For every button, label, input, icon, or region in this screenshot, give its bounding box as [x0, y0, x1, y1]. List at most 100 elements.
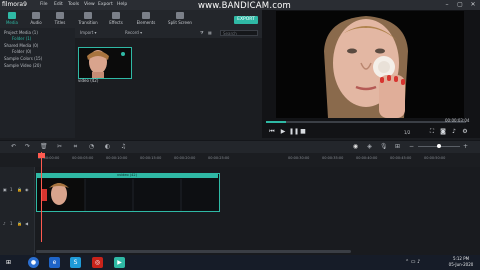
redo-icon[interactable]: ↷	[24, 143, 31, 150]
minimize-button[interactable]: –	[442, 1, 452, 9]
speed-icon[interactable]: ◔	[88, 143, 95, 150]
zoom-in-icon[interactable]: +	[462, 143, 469, 150]
skype-icon[interactable]: S	[70, 257, 81, 268]
tool-transition-label: Transition	[78, 20, 98, 25]
menu-export[interactable]: Export	[98, 1, 113, 9]
render-icon[interactable]: ◉	[352, 143, 359, 150]
tool-split-screen[interactable]: Split Screen	[166, 11, 194, 27]
audio-lock-icon[interactable]: 🔒	[17, 221, 22, 226]
menu-view[interactable]: View	[84, 1, 95, 9]
undo-icon[interactable]: ↶	[10, 143, 17, 150]
pause-icon[interactable]: ❚❚	[289, 128, 299, 136]
preview-progress-fill	[266, 121, 286, 123]
tool-media[interactable]: Media	[0, 11, 24, 27]
page-indicator: 1/2	[404, 130, 411, 135]
tool-effects-label: Effects	[109, 20, 123, 25]
close-button[interactable]: ✕	[468, 1, 478, 9]
export-button[interactable]: EXPORT	[234, 16, 258, 24]
menu-file[interactable]: File	[40, 1, 48, 9]
cut-icon[interactable]: ✂	[56, 143, 63, 150]
maximize-button[interactable]: ▢	[455, 1, 465, 9]
filter-icon[interactable]: ⧩	[200, 30, 204, 36]
titles-icon	[56, 12, 64, 19]
marker-icon[interactable]: ◈	[366, 143, 373, 150]
playhead-handle[interactable]	[38, 153, 45, 158]
edge-icon[interactable]: e	[49, 257, 60, 268]
tool-transition[interactable]: Transition	[76, 11, 100, 27]
voiceover-icon[interactable]: 🎙	[380, 143, 388, 150]
preview-video	[276, 11, 464, 118]
library-item-sample-video[interactable]: Sample Video (20)	[4, 63, 41, 68]
ruler-tick: 00:00:10:00	[106, 156, 128, 160]
start-button[interactable]: ⊞	[3, 257, 14, 268]
record-label: Record	[125, 30, 139, 35]
timeline-scrollbar[interactable]	[36, 250, 351, 253]
tool-titles[interactable]: Titles	[48, 11, 72, 27]
app-title: filmora9	[2, 1, 27, 8]
clock-date: 05-Jun-2020	[448, 262, 474, 267]
preview-timecode: 00:00:03:04	[445, 118, 470, 123]
tool-elements[interactable]: Elements	[134, 11, 158, 27]
eye-icon[interactable]: ◉	[25, 187, 29, 192]
audio-track-number: 1	[10, 221, 13, 226]
lock-icon[interactable]: 🔒	[17, 187, 22, 192]
library-item-shared-folder[interactable]: Folder (0)	[12, 49, 31, 54]
video-track-icon: ▣	[3, 187, 7, 192]
menu-help[interactable]: Help	[117, 1, 127, 9]
zoom-slider-knob[interactable]	[437, 144, 441, 148]
ruler-tick: 00:00:15:00	[140, 156, 162, 160]
tool-audio[interactable]: Audio	[24, 11, 48, 27]
elements-icon	[142, 12, 150, 19]
audio-mixer-icon[interactable]: ♫	[120, 143, 127, 150]
bandicam-icon[interactable]: ◎	[92, 257, 103, 268]
playhead[interactable]	[41, 152, 42, 242]
ruler-tick: 00:00:35:00	[322, 156, 344, 160]
menu-tools[interactable]: Tools	[68, 1, 79, 9]
tool-split-screen-label: Split Screen	[168, 20, 192, 25]
media-thumbnail[interactable]	[78, 47, 132, 79]
library-item-shared-media[interactable]: Shared Media (0)	[4, 43, 38, 48]
preview-progress-track[interactable]	[266, 121, 466, 123]
ruler-tick: 00:00:20:00	[174, 156, 196, 160]
menu-edit[interactable]: Edit	[54, 1, 63, 9]
video-track-number: 1	[10, 187, 13, 192]
tool-elements-label: Elements	[136, 20, 156, 25]
clip-filmstrip	[37, 174, 219, 211]
effects-icon	[112, 12, 120, 19]
tray-icons[interactable]: ⌃ ▭ ♪	[405, 259, 420, 265]
color-icon[interactable]: ◐	[104, 143, 111, 150]
import-dropdown[interactable]: Import ▾	[80, 30, 97, 36]
zoom-out-icon[interactable]: −	[408, 143, 415, 150]
preview-frame	[276, 11, 464, 118]
video-clip[interactable]	[36, 173, 220, 212]
ruler-tick: 00:00:25:00	[208, 156, 230, 160]
screenshot-icon[interactable]: ◙	[439, 128, 447, 136]
prev-frame-icon[interactable]: ⏮	[268, 128, 276, 136]
record-dropdown[interactable]: Record ▾	[125, 30, 142, 36]
stop-icon[interactable]: ■	[299, 128, 307, 136]
filmora-icon[interactable]: ▶	[114, 257, 125, 268]
speaker-icon[interactable]: ◀	[25, 221, 28, 226]
audio-icon	[32, 12, 40, 19]
ruler-tick: 00:00:05:00	[72, 156, 94, 160]
tool-audio-label: Audio	[30, 20, 42, 25]
play-icon[interactable]: ▶	[279, 128, 287, 136]
audio-track-icon: ♪	[3, 221, 6, 226]
library-item-sample-colors[interactable]: Sample Colors (15)	[4, 56, 42, 61]
delete-icon[interactable]: 🗑	[40, 143, 48, 150]
library-item-folder[interactable]: Folder (1)	[12, 36, 31, 41]
crop-icon[interactable]: ⌗	[72, 143, 79, 150]
fullscreen-icon[interactable]: ⛶	[428, 128, 436, 136]
split-screen-icon	[176, 12, 184, 19]
grid-view-icon[interactable]: ▦	[208, 30, 212, 36]
tool-effects[interactable]: Effects	[104, 11, 128, 27]
settings-icon[interactable]: ⚙	[461, 128, 469, 136]
snap-icon[interactable]: ⊞	[394, 143, 401, 150]
taskbar-clock[interactable]: 5:12 PM 05-Jun-2020	[442, 256, 480, 268]
search-input[interactable]: Search	[220, 30, 258, 36]
volume-icon[interactable]: ♪	[450, 128, 458, 136]
library-item-project-media[interactable]: Project Media (1)	[4, 30, 38, 35]
chrome-icon[interactable]: ●	[28, 257, 39, 268]
thumbnail-image	[79, 48, 131, 78]
tool-media-label: Media	[5, 20, 18, 25]
